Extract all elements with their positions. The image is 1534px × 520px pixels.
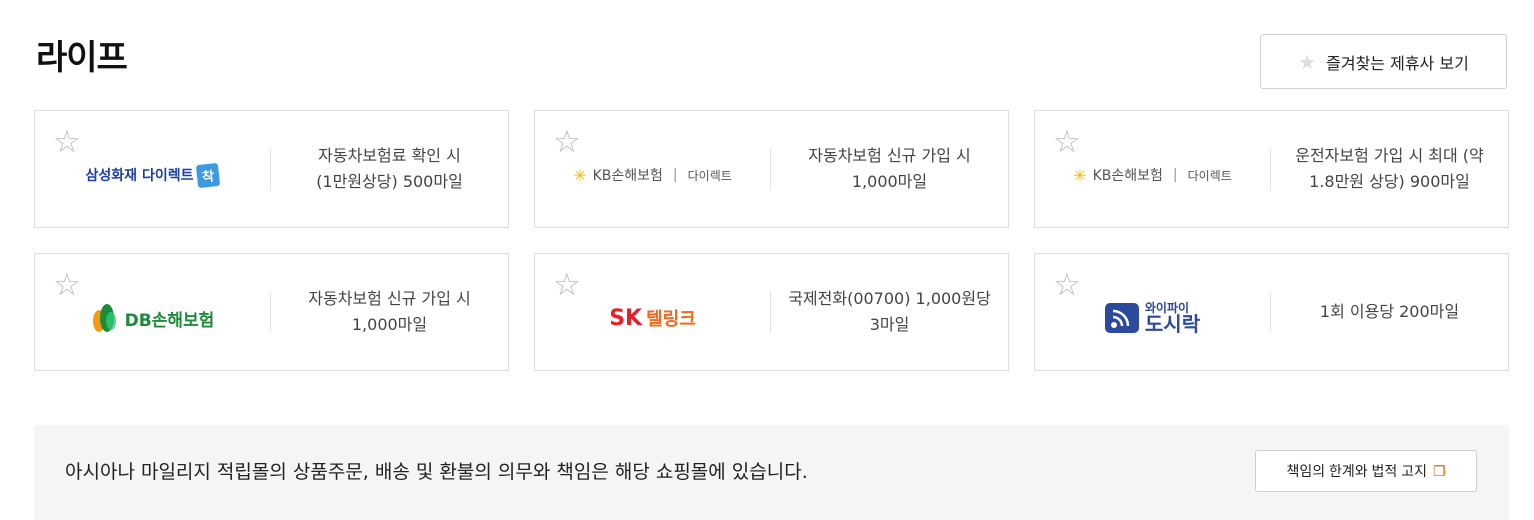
samsung-logo: 삼성화재 다이렉트 착 — [86, 162, 221, 188]
kb-logo: ✳ KB손해보험 | 다이렉트 — [573, 165, 732, 185]
page-title: 라이프 — [36, 38, 128, 78]
benefit-text: 자동차보험 신규 가입 시 1,000마일 — [308, 289, 471, 334]
sk-telink-logo: SK 텔링크 — [609, 306, 696, 331]
partner-card-db[interactable]: ☆ DB손해보험 자동차보험 신규 가입 시 1,000마일 — [34, 253, 509, 371]
partner-card-sk-telink[interactable]: ☆ SK 텔링크 국제전화(00700) 1,000원당 3마일 — [534, 253, 1009, 371]
benefit-text: 국제전화(00700) 1,000원당 3마일 — [788, 289, 991, 334]
favorite-star-icon[interactable]: ☆ — [553, 127, 581, 158]
partner-card-kb-auto[interactable]: ☆ ✳ KB손해보험 | 다이렉트 자동차보험 신규 가입 시 1,000마일 — [534, 110, 1009, 228]
notice-text: 아시아나 마일리지 적립몰의 상품주문, 배송 및 환불의 의무와 책임은 해당… — [65, 461, 808, 483]
favorite-star-icon[interactable]: ☆ — [1053, 127, 1081, 158]
kb-star-icon: ✳ — [573, 165, 587, 185]
partner-card-wifi-dosirak[interactable]: ☆ 와이파이 도시락 1회 이용당 200마일 — [1034, 253, 1509, 371]
benefit-text: 자동차보험료 확인 시 (1만원상당) 500마일 — [316, 146, 463, 191]
db-mark-icon — [92, 304, 116, 332]
partner-card-kb-driver[interactable]: ☆ ✳ KB손해보험 | 다이렉트 운전자보험 가입 시 최대 (약 1.8만원… — [1034, 110, 1509, 228]
partner-grid: ☆ 삼성화재 다이렉트 착 자동차보험료 확인 시 (1만원상당) 500마일 … — [34, 110, 1509, 371]
favorite-partners-label: 즐겨찾는 제휴사 보기 — [1326, 53, 1469, 73]
favorite-star-icon[interactable]: ☆ — [53, 127, 81, 158]
wifi-dosirak-logo: 와이파이 도시락 — [1104, 302, 1200, 334]
star-icon: ★ — [1298, 49, 1317, 74]
benefit-text: 1회 이용당 200마일 — [1319, 302, 1460, 321]
benefit-text: 자동차보험 신규 가입 시 1,000마일 — [808, 146, 971, 191]
favorite-star-icon[interactable]: ☆ — [553, 270, 581, 301]
favorite-star-icon[interactable]: ☆ — [53, 270, 81, 301]
benefit-text: 운전자보험 가입 시 최대 (약 1.8만원 상당) 900마일 — [1295, 146, 1484, 191]
legal-notice-button[interactable]: 책임의 한계와 법적 고지 ❐ — [1255, 450, 1477, 492]
kb-star-icon: ✳ — [1073, 165, 1087, 185]
favorite-star-icon[interactable]: ☆ — [1053, 270, 1081, 301]
favorite-partners-button[interactable]: ★ 즐겨찾는 제휴사 보기 — [1260, 34, 1507, 89]
partner-card-samsung[interactable]: ☆ 삼성화재 다이렉트 착 자동차보험료 확인 시 (1만원상당) 500마일 — [34, 110, 509, 228]
external-link-icon: ❐ — [1432, 462, 1446, 479]
kb-logo: ✳ KB손해보험 | 다이렉트 — [1073, 165, 1232, 185]
notice-box: 아시아나 마일리지 적립몰의 상품주문, 배송 및 환불의 의무와 책임은 해당… — [34, 425, 1509, 520]
wifi-icon — [1104, 303, 1139, 333]
db-logo: DB손해보험 — [91, 301, 214, 335]
